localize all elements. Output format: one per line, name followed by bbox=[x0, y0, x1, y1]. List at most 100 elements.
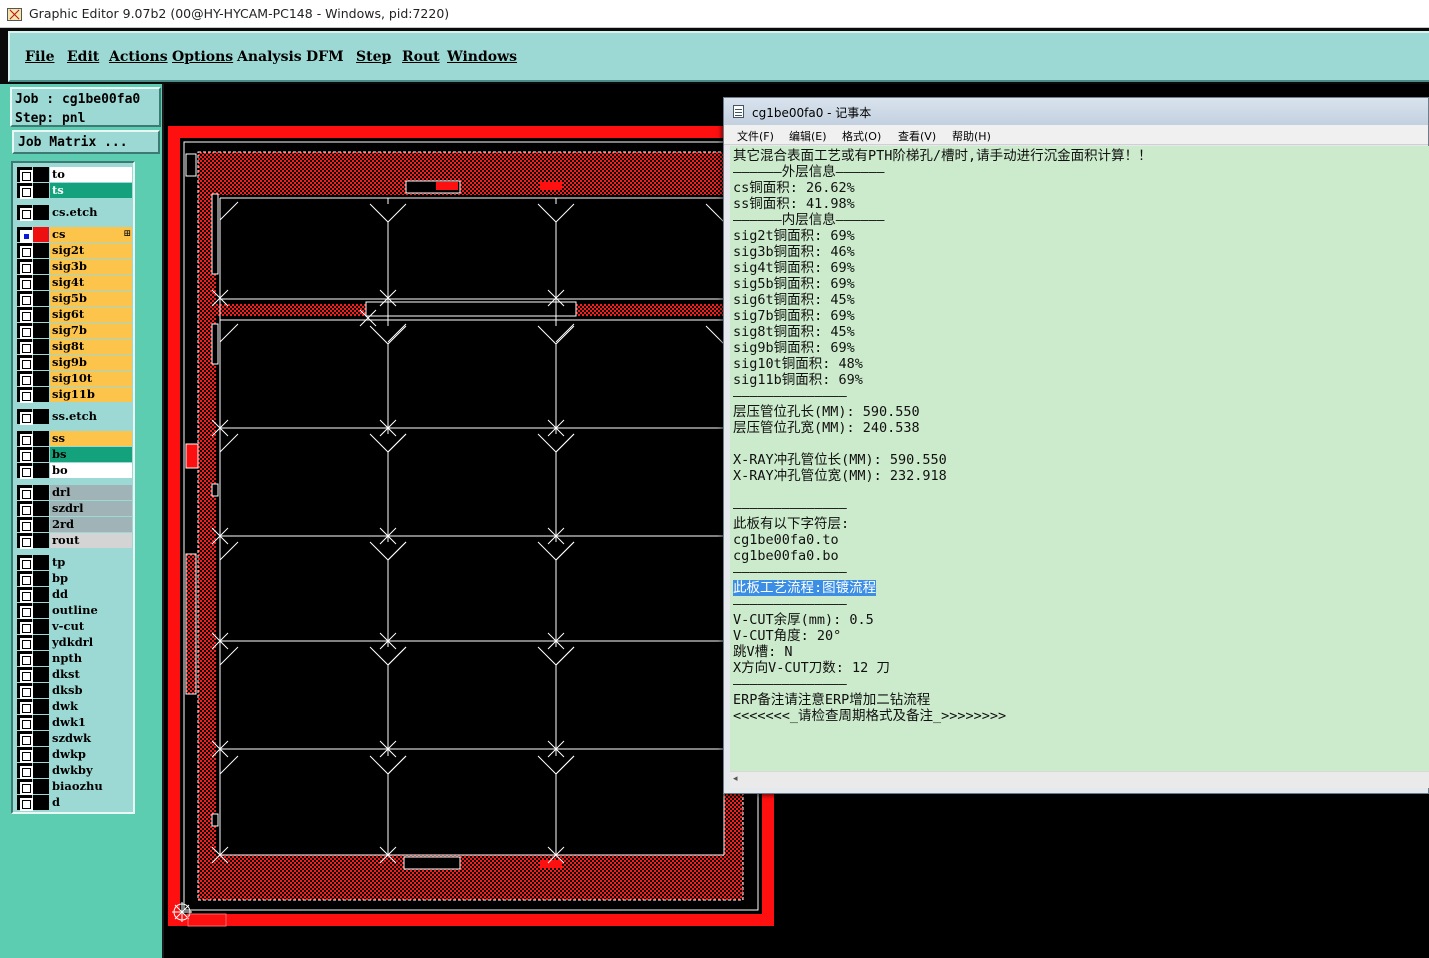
notepad-menu-edit[interactable]: 编辑(E) bbox=[789, 128, 827, 144]
layer-affected-checkbox[interactable] bbox=[17, 517, 33, 533]
layer-affected-checkbox[interactable] bbox=[17, 731, 33, 747]
layer-display-toggle[interactable] bbox=[33, 501, 49, 516]
layer-affected-checkbox[interactable] bbox=[17, 243, 33, 259]
layer-name[interactable]: tp bbox=[50, 555, 132, 570]
menu-actions[interactable]: Actions bbox=[109, 49, 168, 65]
layer-affected-checkbox[interactable] bbox=[17, 227, 33, 243]
layer-affected-checkbox[interactable] bbox=[17, 795, 33, 811]
layer-display-toggle[interactable] bbox=[33, 747, 49, 762]
layer-affected-checkbox[interactable] bbox=[17, 779, 33, 795]
layer-display-toggle[interactable] bbox=[33, 307, 49, 322]
layer-display-toggle[interactable] bbox=[33, 227, 49, 242]
layer-display-toggle[interactable] bbox=[33, 355, 49, 370]
notepad-menu-file[interactable]: 文件(F) bbox=[737, 128, 774, 144]
layer-affected-checkbox[interactable] bbox=[17, 571, 33, 587]
notepad-window[interactable]: cg1be00fa0 - 记事本 文件(F) 编辑(E) 格式(O) 查看(V)… bbox=[723, 97, 1429, 794]
layer-row-dkst[interactable]: dkst bbox=[16, 667, 132, 683]
layer-display-toggle[interactable] bbox=[33, 555, 49, 570]
layer-display-toggle[interactable] bbox=[33, 795, 49, 810]
layer-affected-checkbox[interactable] bbox=[17, 555, 33, 571]
layer-display-toggle[interactable] bbox=[33, 635, 49, 650]
menu-dfm[interactable]: DFM bbox=[306, 49, 344, 65]
layer-affected-checkbox[interactable] bbox=[17, 651, 33, 667]
layer-row-sig4t[interactable]: sig4t bbox=[16, 275, 132, 291]
layer-name[interactable]: ss.etch bbox=[50, 409, 132, 424]
layer-affected-checkbox[interactable] bbox=[17, 275, 33, 291]
layer-name[interactable]: biaozhu bbox=[50, 779, 132, 794]
notepad-titlebar[interactable]: cg1be00fa0 - 记事本 bbox=[724, 98, 1428, 125]
layer-name[interactable]: sig6t bbox=[50, 307, 132, 322]
layer-name[interactable]: sig10t bbox=[50, 371, 132, 386]
layer-affected-checkbox[interactable] bbox=[17, 355, 33, 371]
layer-display-toggle[interactable] bbox=[33, 763, 49, 778]
notepad-text-area[interactable]: 其它混合表面工艺或有PTH阶梯孔/槽时,请手动进行沉金面积计算！！ ――――――外… bbox=[730, 146, 1429, 771]
layer-name[interactable]: dwk1 bbox=[50, 715, 132, 730]
layer-affected-checkbox[interactable] bbox=[17, 447, 33, 463]
layer-display-toggle[interactable] bbox=[33, 603, 49, 618]
layer-row-dksb[interactable]: dksb bbox=[16, 683, 132, 699]
layer-row-szdwk[interactable]: szdwk bbox=[16, 731, 132, 747]
layer-row-rout[interactable]: rout bbox=[16, 533, 132, 549]
layer-name[interactable]: sig3b bbox=[50, 259, 132, 274]
layer-display-toggle[interactable] bbox=[33, 387, 49, 402]
layer-row-biaozhu[interactable]: biaozhu bbox=[16, 779, 132, 795]
layer-name[interactable]: szdwk bbox=[50, 731, 132, 746]
selected-text[interactable]: 此板工艺流程:图镀流程 bbox=[733, 580, 877, 596]
window-titlebar[interactable]: Graphic Editor 9.07b2 (00@HY-HYCAM-PC148… bbox=[0, 0, 1429, 28]
layer-display-toggle[interactable] bbox=[33, 291, 49, 306]
layer-affected-checkbox[interactable] bbox=[17, 387, 33, 403]
layer-name[interactable]: bp bbox=[50, 571, 132, 586]
layer-row-cs-etch[interactable]: cs.etch bbox=[16, 205, 132, 221]
layer-row-bo[interactable]: bo bbox=[16, 463, 132, 479]
layer-affected-checkbox[interactable] bbox=[17, 635, 33, 651]
notepad-menu-format[interactable]: 格式(O) bbox=[842, 128, 881, 144]
layer-affected-checkbox[interactable] bbox=[17, 485, 33, 501]
layer-name[interactable]: to bbox=[50, 167, 132, 182]
layer-affected-checkbox[interactable] bbox=[17, 259, 33, 275]
layer-affected-checkbox[interactable] bbox=[17, 183, 33, 199]
layer-row-v-cut[interactable]: v-cut bbox=[16, 619, 132, 635]
layer-display-toggle[interactable] bbox=[33, 667, 49, 682]
menu-analysis[interactable]: Analysis bbox=[237, 49, 302, 65]
layer-row-sig11b[interactable]: sig11b bbox=[16, 387, 132, 403]
layer-name[interactable]: bs bbox=[50, 447, 132, 462]
layer-name[interactable]: dwk bbox=[50, 699, 132, 714]
layer-display-toggle[interactable] bbox=[33, 183, 49, 198]
layer-row-tp[interactable]: tp bbox=[16, 555, 132, 571]
notepad-horizontal-scrollbar[interactable]: ◂ bbox=[730, 771, 1429, 788]
layer-affected-checkbox[interactable] bbox=[17, 619, 33, 635]
layer-row-outline[interactable]: outline bbox=[16, 603, 132, 619]
layer-display-toggle[interactable] bbox=[33, 715, 49, 730]
layer-affected-checkbox[interactable] bbox=[17, 307, 33, 323]
menu-edit[interactable]: Edit bbox=[67, 49, 99, 65]
layer-name[interactable]: sig5b bbox=[50, 291, 132, 306]
layer-name[interactable]: ss bbox=[50, 431, 132, 446]
layer-row-sig10t[interactable]: sig10t bbox=[16, 371, 132, 387]
layer-row-2rd[interactable]: 2rd bbox=[16, 517, 132, 533]
layer-display-toggle[interactable] bbox=[33, 587, 49, 602]
layer-affected-checkbox[interactable] bbox=[17, 371, 33, 387]
layer-name[interactable]: bo bbox=[50, 463, 132, 478]
menu-windows[interactable]: Windows bbox=[447, 49, 517, 65]
layer-display-toggle[interactable] bbox=[33, 779, 49, 794]
layer-row-sig7b[interactable]: sig7b bbox=[16, 323, 132, 339]
layer-display-toggle[interactable] bbox=[33, 371, 49, 386]
layer-row-bp[interactable]: bp bbox=[16, 571, 132, 587]
layer-display-toggle[interactable] bbox=[33, 683, 49, 698]
layer-name[interactable]: 2rd bbox=[50, 517, 132, 532]
layer-affected-checkbox[interactable] bbox=[17, 587, 33, 603]
layer-name[interactable]: npth bbox=[50, 651, 132, 666]
layer-affected-checkbox[interactable] bbox=[17, 667, 33, 683]
layer-name[interactable]: ydkdrl bbox=[50, 635, 132, 650]
layer-name[interactable]: drl bbox=[50, 485, 132, 500]
layer-name[interactable]: sig11b bbox=[50, 387, 132, 402]
layer-row-sig3b[interactable]: sig3b bbox=[16, 259, 132, 275]
layer-display-toggle[interactable] bbox=[33, 431, 49, 446]
layer-name[interactable]: outline bbox=[50, 603, 132, 618]
menu-file[interactable]: File bbox=[25, 49, 54, 65]
layer-affected-checkbox[interactable] bbox=[17, 291, 33, 307]
layer-name[interactable]: dkst bbox=[50, 667, 132, 682]
layer-display-toggle[interactable] bbox=[33, 571, 49, 586]
layer-display-toggle[interactable] bbox=[33, 485, 49, 500]
layer-name[interactable]: dd bbox=[50, 587, 132, 602]
